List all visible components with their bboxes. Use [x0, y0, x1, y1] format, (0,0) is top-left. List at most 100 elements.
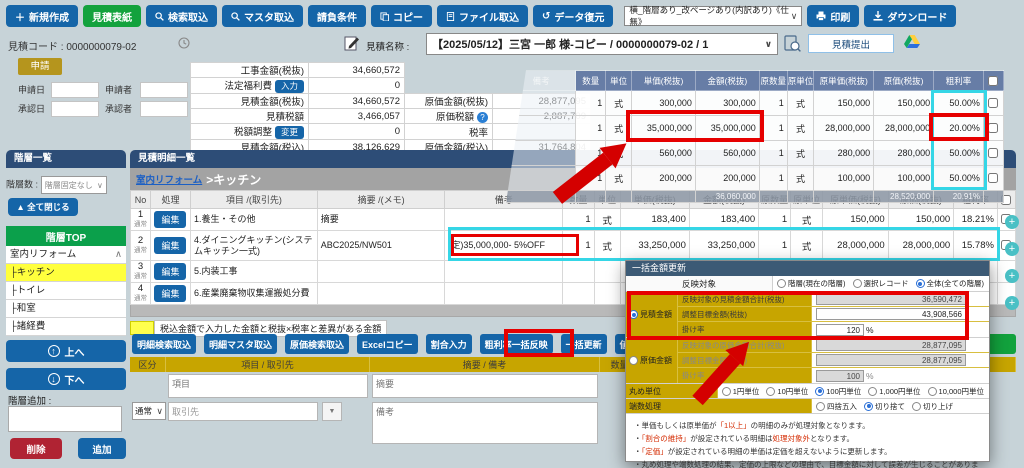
hidden-green-button[interactable]: [986, 334, 1016, 354]
approval-grid: 申請日 申請者 承認日 承認者: [18, 80, 194, 118]
batch-update-button[interactable]: 一括更新: [561, 334, 607, 354]
round-unit-100[interactable]: 100円単位: [815, 386, 861, 397]
edit-pencil-icon[interactable]: [344, 35, 360, 54]
estimate-cover-button[interactable]: 見積表紙: [83, 5, 141, 27]
row-checkbox: [988, 123, 998, 133]
ov-row: 1式 200,000200,000 1式 100,000100,000 50.0…: [507, 166, 1004, 191]
memo-input[interactable]: [372, 374, 598, 398]
google-drive-icon[interactable]: [904, 34, 920, 52]
round-method-half[interactable]: 四捨五入: [816, 401, 857, 412]
edit-row-button[interactable]: 編集: [154, 237, 186, 254]
target-option-selected[interactable]: 選択レコード: [853, 278, 909, 289]
copy-icon: [380, 12, 389, 21]
hierarchy-panel: 階層一覧 階層数 : 階層固定なし∨ ▲ 全て閉じる 階層TOP 室内リフォーム…: [6, 150, 126, 168]
target-option-hierarchy[interactable]: 階層(現在の階層): [777, 278, 846, 289]
cost-rate-label: 掛け率: [678, 368, 812, 383]
collapse-all-button[interactable]: ▲ 全て閉じる: [8, 198, 78, 216]
breadcrumb-link-reform[interactable]: 室内リフォーム: [136, 172, 202, 186]
dialog-notes: ・単価もしくは原単価が「1以上」の明細のみが処理対象となります。 ・「割合の維持…: [626, 414, 989, 468]
est-goal-input[interactable]: 43,908,566: [816, 308, 966, 320]
detail-search-import-button[interactable]: 明細検索取込: [132, 334, 196, 354]
cost-amount-radio[interactable]: 原価金額: [626, 338, 678, 383]
yellow-legend-swatch: [130, 321, 154, 335]
edit-row-button[interactable]: 編集: [154, 211, 186, 228]
hierarchy-item-washitsu[interactable]: ├和室: [6, 300, 126, 318]
master-import-button[interactable]: マスタ取込: [222, 5, 303, 27]
estimate-submit-button[interactable]: 見積提出: [808, 34, 894, 53]
estimate-name-select[interactable]: 【2025/05/12】三宮 一郎 様-コピー / 0000000079-02 …: [426, 33, 778, 55]
add-row-icon[interactable]: +: [1005, 215, 1019, 229]
hierarchy-add-input[interactable]: [8, 406, 122, 432]
tax-rate-label: 税率: [405, 124, 493, 140]
target-option-all[interactable]: 全体(全ての階層): [916, 278, 985, 289]
add-row-icon[interactable]: +: [1005, 269, 1019, 283]
contract-terms-button[interactable]: 請負条件: [308, 5, 366, 27]
round-unit-1[interactable]: 1円単位: [722, 386, 760, 397]
note-input[interactable]: [372, 402, 598, 444]
round-unit-10[interactable]: 10円単位: [766, 386, 808, 397]
row-checkbox: [988, 98, 998, 108]
toolbar: ＋新規作成 見積表紙 検索取込 マスタ取込 請負条件 コピー ファイル取込 ↺デ…: [6, 4, 956, 28]
round-method-floor[interactable]: 切り捨て: [864, 401, 905, 412]
approve-user-value: [140, 101, 188, 117]
round-unit-10000[interactable]: 10,000円単位: [928, 386, 984, 397]
add-row-icon[interactable]: +: [1005, 296, 1019, 310]
hierarchy-count-select[interactable]: 階層固定なし∨: [41, 176, 107, 194]
copy-button[interactable]: コピー: [371, 5, 432, 27]
data-restore-button[interactable]: ↺データ復元: [533, 5, 613, 27]
down-arrow-icon: ↓: [48, 373, 60, 385]
ov-col-oqty: 原数量: [759, 71, 787, 91]
move-up-button[interactable]: ↑上へ: [6, 340, 126, 362]
request-date-value: [51, 82, 99, 98]
history-clock-icon[interactable]: [178, 37, 190, 52]
round-unit-1000[interactable]: 1,000円単位: [868, 386, 920, 397]
welfare-value: 0: [309, 78, 405, 94]
ratio-input-button[interactable]: 割合入力: [426, 334, 472, 354]
chevron-down-icon: ∨: [791, 11, 798, 22]
excel-copy-button[interactable]: Excelコピー: [357, 334, 418, 354]
hierarchy-item-kitchen[interactable]: ├キッチン: [6, 264, 126, 282]
hierarchy-top-button[interactable]: 階層TOP: [6, 226, 126, 246]
add-row-icon[interactable]: +: [1005, 242, 1019, 256]
detail-master-import-button[interactable]: 明細マスタ取込: [204, 334, 277, 354]
welfare-input-button[interactable]: 入力: [275, 80, 304, 93]
cost-search-import-button[interactable]: 原価検索取込: [285, 334, 349, 354]
edit-row-button[interactable]: 編集: [154, 263, 186, 280]
est-rate-input[interactable]: 120: [816, 324, 864, 336]
preview-search-icon[interactable]: [784, 35, 801, 55]
cost-total-label: 反映対象の原価金額合計(税抜): [678, 338, 812, 352]
delete-button[interactable]: 削除: [10, 438, 62, 459]
hierarchy-count-label: 階層数 :: [6, 180, 38, 190]
round-method-ceil[interactable]: 切り上げ: [912, 401, 953, 412]
kbn-select[interactable]: 通常∨: [132, 402, 166, 420]
ov-footer: 36,060,000 28,520,000 20.91%: [507, 191, 1004, 203]
hierarchy-item-expenses[interactable]: ├諸経費: [6, 318, 126, 336]
help-icon[interactable]: ?: [477, 112, 488, 123]
search-import-button[interactable]: 検索取込: [146, 5, 217, 27]
move-down-button[interactable]: ↓下へ: [6, 368, 126, 390]
hierarchy-panel-title: 階層一覧: [6, 150, 126, 168]
download-button[interactable]: ダウンロード: [864, 5, 956, 27]
ov-col-margin: 粗利率: [934, 71, 984, 91]
print-layout-select[interactable]: 横_階層あり_改ページあり(内訳あり)《仕無》∨: [624, 6, 802, 26]
item-input[interactable]: [168, 374, 368, 398]
estimate-tax-label: 見積税額: [191, 109, 309, 124]
vendor-input[interactable]: 取引先: [168, 402, 318, 421]
file-import-button[interactable]: ファイル取込: [437, 5, 528, 27]
vendor-select[interactable]: ▼: [322, 402, 342, 421]
plus-icon: ＋: [15, 9, 25, 24]
new-estimate-button[interactable]: ＋新規作成: [6, 5, 78, 27]
hierarchy-item-toilet[interactable]: ├トイレ: [6, 282, 126, 300]
request-date-label: 申請日: [18, 83, 51, 96]
margin-batch-apply-button[interactable]: 粗利率一括反映: [480, 334, 553, 354]
row-checkbox: [988, 148, 998, 158]
print-button[interactable]: 印刷: [807, 5, 859, 27]
table-row: 2通常 編集 4.ダイニングキッチン(システムキッチン一式) ABC2025/N…: [131, 231, 1016, 261]
tax-adjust-change-button[interactable]: 変更: [275, 126, 304, 139]
add-button[interactable]: 追加: [78, 438, 126, 459]
hierarchy-root-item[interactable]: 室内リフォーム∧: [6, 246, 126, 264]
edit-row-button[interactable]: 編集: [154, 285, 186, 302]
tax-adjust-label: 税額調整変更: [191, 124, 309, 140]
up-arrow-icon: ↑: [48, 345, 60, 357]
estimate-amount-radio[interactable]: 見積金額: [626, 292, 678, 337]
